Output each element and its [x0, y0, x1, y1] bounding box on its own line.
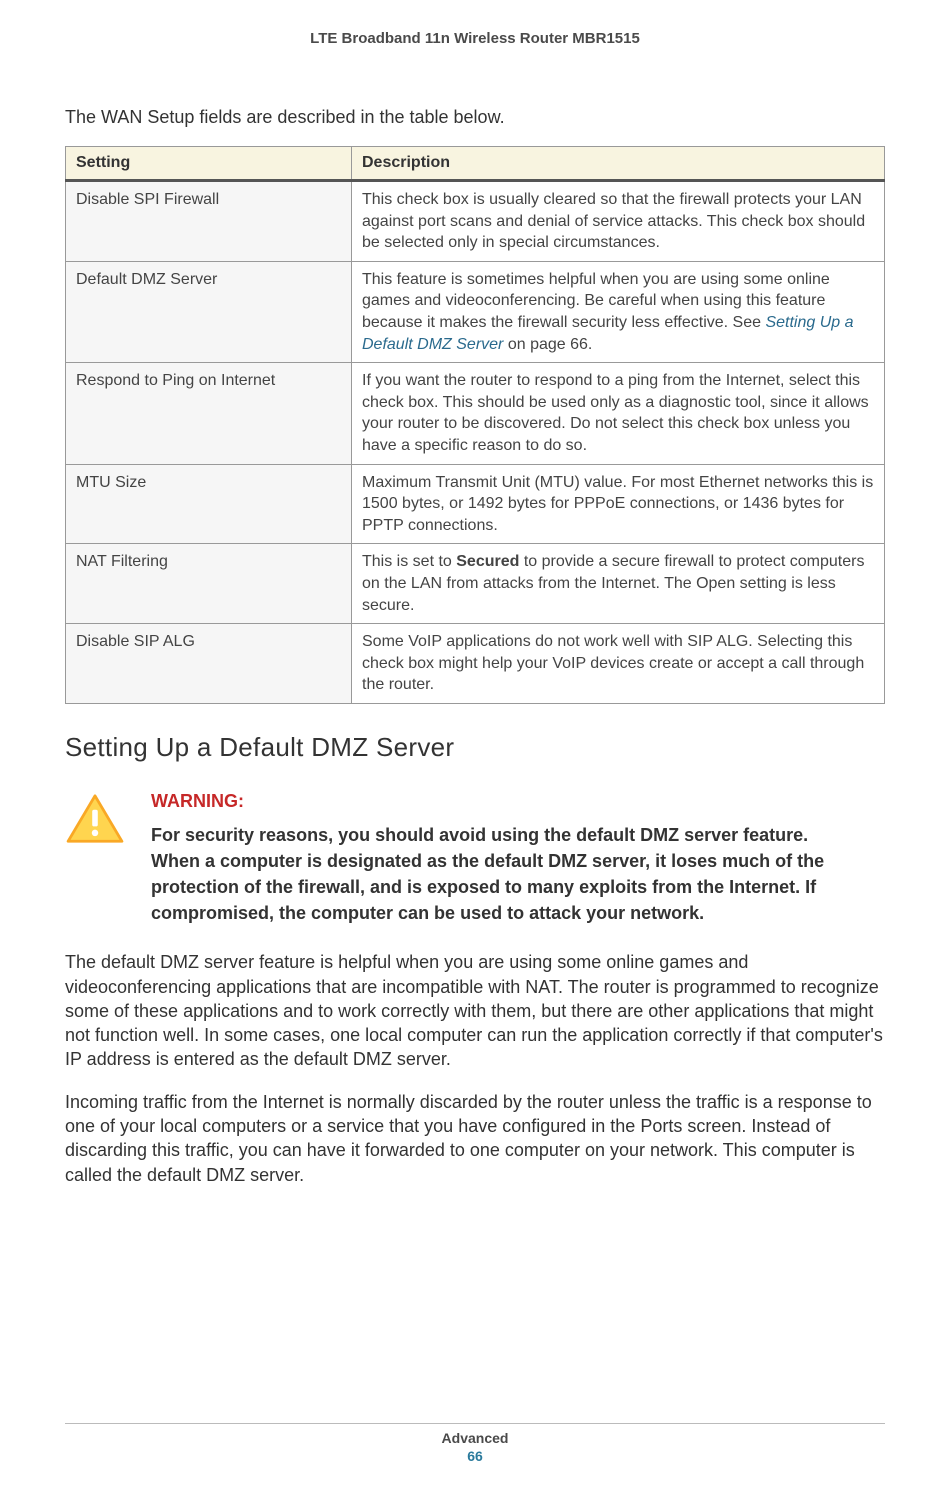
footer-page-number: 66 [0, 1448, 950, 1464]
setting-cell: Disable SPI Firewall [66, 181, 352, 262]
table-header-description: Description [352, 147, 885, 181]
description-cell: If you want the router to respond to a p… [352, 363, 885, 464]
description-cell: This feature is sometimes helpful when y… [352, 261, 885, 362]
desc-text: This feature is sometimes helpful when y… [362, 271, 830, 331]
setting-cell: Default DMZ Server [66, 261, 352, 362]
desc-text: on page 66. [503, 336, 592, 353]
setting-cell: Respond to Ping on Internet [66, 363, 352, 464]
document-header: LTE Broadband 11n Wireless Router MBR151… [65, 30, 885, 47]
page-footer: Advanced 66 [0, 1423, 950, 1464]
table-row: Default DMZ Server This feature is somet… [66, 261, 885, 362]
warning-body: For security reasons, you should avoid u… [151, 822, 885, 926]
description-cell: Maximum Transmit Unit (MTU) value. For m… [352, 464, 885, 544]
warning-label: WARNING: [151, 791, 885, 812]
setting-cell: NAT Filtering [66, 544, 352, 624]
desc-text: This is set to [362, 553, 456, 570]
wan-setup-table: Setting Description Disable SPI Firewall… [65, 146, 885, 704]
body-paragraph: Incoming traffic from the Internet is no… [65, 1090, 885, 1187]
table-row: MTU Size Maximum Transmit Unit (MTU) val… [66, 464, 885, 544]
warning-block: WARNING: For security reasons, you shoul… [65, 791, 885, 926]
setting-cell: Disable SIP ALG [66, 624, 352, 704]
bold-term: Secured [456, 553, 519, 570]
description-cell: This check box is usually cleared so tha… [352, 181, 885, 262]
warning-triangle-icon [65, 793, 125, 850]
table-header-setting: Setting [66, 147, 352, 181]
table-row: Disable SIP ALG Some VoIP applications d… [66, 624, 885, 704]
footer-section-label: Advanced [0, 1430, 950, 1446]
footer-divider [65, 1423, 885, 1424]
setting-cell: MTU Size [66, 464, 352, 544]
description-cell: This is set to Secured to provide a secu… [352, 544, 885, 624]
section-heading: Setting Up a Default DMZ Server [65, 732, 885, 763]
body-paragraph: The default DMZ server feature is helpfu… [65, 950, 885, 1071]
table-row: Respond to Ping on Internet If you want … [66, 363, 885, 464]
table-row: Disable SPI Firewall This check box is u… [66, 181, 885, 262]
intro-paragraph: The WAN Setup fields are described in th… [65, 107, 885, 128]
description-cell: Some VoIP applications do not work well … [352, 624, 885, 704]
table-row: NAT Filtering This is set to Secured to … [66, 544, 885, 624]
